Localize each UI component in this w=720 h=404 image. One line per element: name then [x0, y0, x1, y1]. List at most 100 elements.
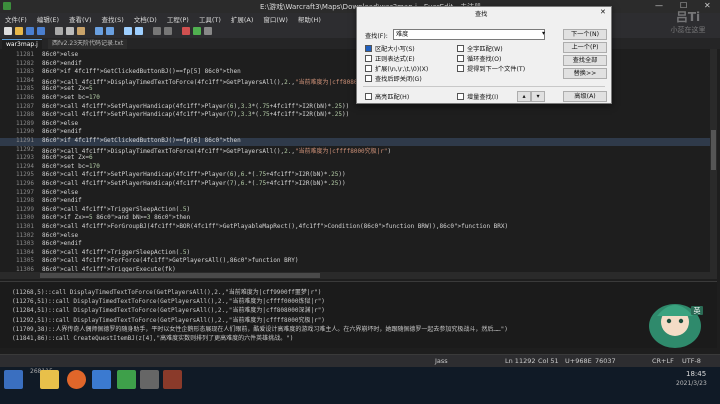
- watermark-text: 小蕊在这里: [670, 26, 706, 34]
- find-all-button[interactable]: 查找全部: [563, 55, 607, 66]
- replace-toggle-button[interactable]: 替换>>: [563, 68, 607, 79]
- watermark-logo: 吕Ti: [675, 10, 701, 24]
- regex-checkbox[interactable]: [365, 55, 372, 62]
- tab-label: war3map.j: [6, 41, 38, 48]
- menu-extensions[interactable]: 扩展(A): [226, 13, 259, 25]
- wrap-icon[interactable]: [153, 27, 161, 35]
- code-line: 86c0">else: [42, 188, 79, 196]
- match-case-checkbox[interactable]: [365, 45, 372, 52]
- status-column: Col 51: [538, 357, 559, 365]
- find-input[interactable]: 难度: [393, 29, 545, 40]
- save-all-icon[interactable]: [37, 27, 45, 35]
- menu-window[interactable]: 窗口(W): [258, 13, 293, 25]
- redo-icon[interactable]: [106, 27, 114, 35]
- code-line: 86c0">call 4fc1ff">ForGroupBJ(4fc1ff">BO…: [42, 223, 509, 230]
- cut-icon[interactable]: [55, 27, 63, 35]
- app-icon-blue[interactable]: [92, 370, 111, 389]
- menu-search[interactable]: 查找(S): [97, 13, 129, 25]
- menu-view[interactable]: 查看(V): [64, 13, 97, 25]
- menu-edit[interactable]: 编辑(E): [32, 13, 64, 25]
- mascot-icon: 英: [649, 304, 703, 348]
- line-number: 11300: [15, 214, 34, 222]
- code-line: 86c0">if Zx>=5 86c0">and bN>=3 86c0">the…: [42, 214, 191, 222]
- code-line: 86c0">endif: [42, 197, 82, 205]
- macro-icon[interactable]: [182, 27, 190, 35]
- code-line: 86c0">call 4fc1ff">TriggerSleepAction(.5…: [42, 205, 191, 213]
- direction-down-button[interactable]: ▾: [531, 91, 545, 102]
- watermark: 吕Ti 小蕊在这里: [660, 8, 716, 48]
- code-line: 86c0">endif: [42, 240, 82, 248]
- status-eol[interactable]: CR+LF: [652, 357, 674, 365]
- find-history-dropdown-icon[interactable]: ▾: [542, 30, 545, 37]
- scrollbar-thumb[interactable]: [711, 130, 716, 170]
- search-results-panel[interactable]: (11268,5)::call DisplayTimedTextToForce(…: [0, 281, 717, 348]
- close-after-find-checkbox[interactable]: [365, 75, 372, 82]
- new-file-icon[interactable]: [4, 27, 12, 35]
- code-line: 86c0">call 4fc1ff">ForForce(4fc1ff">GetP…: [42, 257, 299, 265]
- extended-label: 扩展(\n,\r,\t,\0)(X): [375, 66, 429, 73]
- menu-help[interactable]: 帮助(H): [293, 13, 326, 25]
- save-icon[interactable]: [26, 27, 34, 35]
- firefox-icon[interactable]: [67, 370, 86, 389]
- game-icon[interactable]: [163, 370, 182, 389]
- copy-icon[interactable]: [66, 27, 74, 35]
- horizontal-scrollbar-thumb[interactable]: [40, 273, 320, 278]
- result-line[interactable]: (11268,5)::call DisplayTimedTextToForce(…: [12, 287, 321, 296]
- advanced-button[interactable]: 高级(A): [563, 91, 607, 102]
- explorer-icon[interactable]: [40, 370, 59, 389]
- app-icon-green[interactable]: [117, 370, 136, 389]
- whole-word-checkbox[interactable]: [457, 45, 464, 52]
- find-dialog-close-icon[interactable]: ✕: [600, 8, 606, 16]
- tab-notes[interactable]: 西fv2.23天阶代码记录.txt: [48, 39, 128, 49]
- undo-icon[interactable]: [95, 27, 103, 35]
- menu-document[interactable]: 文档(D): [129, 13, 162, 25]
- code-line: 86c0">if 4fc1ff">GetClickedButtonBJ()==f…: [42, 137, 241, 144]
- direction-up-button[interactable]: ▴: [517, 91, 531, 102]
- code-line: 86c0">else: [42, 119, 79, 127]
- result-line[interactable]: (11276,51)::call DisplayTimedTextToForce…: [12, 296, 325, 305]
- status-language[interactable]: Jass: [435, 357, 448, 365]
- menu-tools[interactable]: 工具(T): [194, 13, 226, 25]
- result-line[interactable]: (11292,51)::call DisplayTimedTextToForce…: [12, 315, 325, 324]
- result-line[interactable]: (11284,51)::call DisplayTimedTextToForce…: [12, 305, 325, 314]
- replace-icon[interactable]: [135, 27, 143, 35]
- app-icon: [3, 2, 11, 10]
- menu-project[interactable]: 工程(P): [162, 13, 194, 25]
- paste-icon[interactable]: [77, 27, 85, 35]
- line-number: 11295: [15, 171, 34, 179]
- open-file-icon[interactable]: [15, 27, 23, 35]
- line-number: 11302: [15, 231, 34, 239]
- line-number: 11299: [15, 205, 34, 213]
- code-line: 86c0">call 4fc1ff">TriggerSleepAction(.5…: [42, 248, 191, 256]
- status-offset: 76037: [595, 357, 616, 365]
- start-icon[interactable]: [4, 370, 23, 389]
- wrap-around-label: 循环查找(O): [467, 56, 502, 63]
- line-number: 11296: [15, 180, 34, 187]
- code-line: 86c0">call 4fc1ff">DisplayTimedTextToFor…: [42, 78, 391, 86]
- incremental-checkbox[interactable]: [457, 93, 464, 100]
- line-number: 11298: [15, 197, 34, 205]
- match-case-label: 区配大小写(S): [375, 46, 415, 53]
- line-number: 11297: [15, 188, 34, 196]
- find-prev-button[interactable]: 上一个(P): [563, 42, 607, 53]
- stop-icon[interactable]: [204, 27, 212, 35]
- result-line[interactable]: (11709,38)::人界传奇人偶师佩德罗的随身助手，平时以女性企鹅形态展现在…: [12, 324, 508, 333]
- incremental-label: 增量查找(I): [467, 94, 499, 101]
- menu-file[interactable]: 文件(F): [0, 13, 32, 25]
- line-number: 11284: [15, 76, 34, 84]
- line-number: 11291: [15, 137, 34, 144]
- status-bar: Jass Ln 11292 Col 51 U+968E 76037 CR+LF …: [0, 354, 720, 368]
- highlight-matches-checkbox[interactable]: [365, 93, 372, 100]
- find-icon[interactable]: [124, 27, 132, 35]
- status-encoding[interactable]: UTF-8: [682, 357, 701, 365]
- result-line[interactable]: (11841,86)::call CreateQuestItemBJ(z[4],…: [12, 333, 293, 342]
- find-next-button[interactable]: 下一个(N): [563, 29, 607, 40]
- find-dialog[interactable]: 查找 ✕ 查找(F): 难度 ▾ 下一个(N) 上一个(P) 查找全部 替换>>…: [356, 6, 612, 104]
- line-number: 11294: [15, 162, 34, 170]
- next-file-checkbox[interactable]: [457, 65, 464, 72]
- indent-icon[interactable]: [164, 27, 172, 35]
- app-icon-gray[interactable]: [140, 370, 159, 389]
- wrap-around-checkbox[interactable]: [457, 55, 464, 62]
- extended-checkbox[interactable]: [365, 65, 372, 72]
- play-icon[interactable]: [193, 27, 201, 35]
